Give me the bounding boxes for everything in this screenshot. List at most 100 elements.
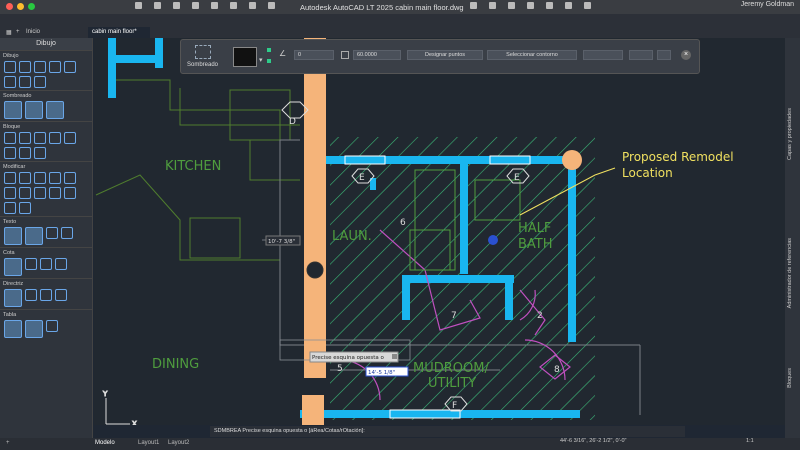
zoom-window-button[interactable] <box>28 3 35 10</box>
eyedropper-icon[interactable] <box>657 50 671 60</box>
chevron-down-icon[interactable] <box>392 354 397 359</box>
swatch-dropdown-icon[interactable]: ▾ <box>259 56 263 64</box>
angular-dim-icon[interactable] <box>40 258 52 270</box>
panel-xref-manager[interactable]: Administrador de referencias <box>787 238 793 308</box>
hatch-icon[interactable] <box>4 101 22 119</box>
insert-block-icon[interactable] <box>4 132 16 144</box>
tab-home[interactable]: Inicio <box>22 27 44 38</box>
ellipse-icon[interactable] <box>19 76 31 88</box>
markup-icon[interactable] <box>546 2 553 9</box>
gradient-icon[interactable] <box>25 101 43 119</box>
mirror-icon[interactable] <box>4 187 16 199</box>
window-controls[interactable] <box>6 3 35 10</box>
panel-layers-properties[interactable]: Capas y propiedades <box>787 108 793 160</box>
add-layout-icon[interactable]: + <box>6 440 10 446</box>
room-label-kitchen[interactable]: KITCHEN <box>165 159 221 174</box>
table-icon[interactable] <box>4 320 22 338</box>
dynamic-input-value[interactable]: 14'-5 1/8" <box>368 370 395 376</box>
plot-icon[interactable] <box>470 2 477 9</box>
layers-icon[interactable] <box>489 2 496 9</box>
measure-icon[interactable] <box>508 2 515 9</box>
palette-section-block[interactable]: Bloque <box>0 121 92 130</box>
create-block-icon[interactable] <box>19 132 31 144</box>
text-icon[interactable] <box>25 227 43 245</box>
scale-icon[interactable] <box>19 187 31 199</box>
room-label-half[interactable]: HALF <box>518 221 551 236</box>
polygon-icon[interactable] <box>34 76 46 88</box>
room-label-bath[interactable]: BATH <box>518 237 553 252</box>
tab-layout2[interactable]: Layout2 <box>168 440 189 446</box>
remove-boundary-button[interactable] <box>583 50 623 60</box>
tab-drawing[interactable]: cabin main floor* <box>88 27 150 38</box>
close-window-button[interactable] <box>6 3 13 10</box>
room-label-laundry[interactable]: LAUN. <box>332 229 372 244</box>
add-leader-icon[interactable] <box>25 289 37 301</box>
open-file-icon[interactable] <box>154 2 161 9</box>
cloud-icon[interactable] <box>211 2 218 9</box>
pick-points-button[interactable]: Designar puntos <box>407 50 483 60</box>
explode-icon[interactable] <box>19 202 31 214</box>
array-icon[interactable] <box>64 187 76 199</box>
palette-section-dimension[interactable]: Cota <box>0 247 92 256</box>
undo-icon[interactable] <box>230 2 237 9</box>
manage-attribute-icon[interactable] <box>4 147 16 159</box>
copy-icon[interactable] <box>19 172 31 184</box>
scale-input[interactable]: 60.0000 <box>353 50 401 60</box>
attribute-icon[interactable] <box>49 132 61 144</box>
share-icon[interactable] <box>268 2 275 9</box>
settings-icon[interactable] <box>584 2 591 9</box>
tab-layout1[interactable]: Layout1 <box>138 440 159 446</box>
redo-icon[interactable] <box>249 2 256 9</box>
fillet-icon[interactable] <box>49 187 61 199</box>
tab-model[interactable]: Modelo <box>95 440 115 446</box>
remove-leader-icon[interactable] <box>40 289 52 301</box>
palette-section-modify[interactable]: Modificar <box>0 161 92 170</box>
boundary-icon[interactable] <box>46 101 64 119</box>
circle-icon[interactable] <box>34 61 46 73</box>
stretch-icon[interactable] <box>4 202 16 214</box>
close-icon[interactable]: × <box>681 50 691 60</box>
palette-section-hatch[interactable]: Sombreado <box>0 90 92 99</box>
radius-dim-icon[interactable] <box>55 258 67 270</box>
xref-icon[interactable] <box>527 2 534 9</box>
match-properties-button[interactable] <box>629 50 653 60</box>
palette-section-draw[interactable]: Dibujo <box>0 50 92 59</box>
save-as-icon[interactable] <box>192 2 199 9</box>
rotate-icon[interactable] <box>64 172 76 184</box>
room-label-utility[interactable]: UTILITY <box>428 376 476 391</box>
user-name[interactable]: Jeremy Goldman <box>741 1 794 8</box>
command-line[interactable]: SDMBREA Precise esquina opuesta o [áRea/… <box>210 426 685 437</box>
aligned-dim-icon[interactable] <box>25 258 37 270</box>
angle-input[interactable]: 0 <box>294 50 334 60</box>
spline-icon[interactable] <box>4 76 16 88</box>
annotation-line-2[interactable]: Location <box>622 166 673 180</box>
sync-block-icon[interactable] <box>19 147 31 159</box>
drawing-svg[interactable]: Y X KITCHEN LAUN. HALF BATH DINING MUDRO… <box>94 38 785 425</box>
arc-icon[interactable] <box>64 61 76 73</box>
rectangle-icon[interactable] <box>49 61 61 73</box>
new-file-icon[interactable] <box>135 2 142 9</box>
annotation-scale[interactable]: 1:1 <box>746 438 754 444</box>
annotation-line-1[interactable]: Proposed Remodel <box>622 150 734 164</box>
block-editor-icon[interactable] <box>34 147 46 159</box>
edit-block-icon[interactable] <box>34 132 46 144</box>
text-style-icon[interactable] <box>46 227 58 239</box>
save-icon[interactable] <box>173 2 180 9</box>
select-boundary-button[interactable]: Seleccionar contorno <box>487 50 577 60</box>
palette-section-table[interactable]: Tabla <box>0 309 92 318</box>
linear-dimension-icon[interactable] <box>4 258 22 276</box>
polyline-icon[interactable] <box>19 61 31 73</box>
mtext-icon[interactable] <box>4 227 22 245</box>
multileader-icon[interactable] <box>4 289 22 307</box>
room-label-dining[interactable]: DINING <box>152 357 199 372</box>
hatch-swatch[interactable] <box>233 47 257 67</box>
line-icon[interactable] <box>4 61 16 73</box>
erase-icon[interactable] <box>49 172 61 184</box>
extract-data-icon[interactable] <box>46 320 58 332</box>
room-label-mudroom[interactable]: MUDROOM/ <box>413 361 489 376</box>
find-text-icon[interactable] <box>61 227 73 239</box>
drawing-canvas[interactable]: Y X KITCHEN LAUN. HALF BATH DINING MUDRO… <box>94 38 785 425</box>
align-leader-icon[interactable] <box>55 289 67 301</box>
palette-section-leader[interactable]: Directriz <box>0 278 92 287</box>
panel-blocks[interactable]: Bloques <box>787 368 793 388</box>
